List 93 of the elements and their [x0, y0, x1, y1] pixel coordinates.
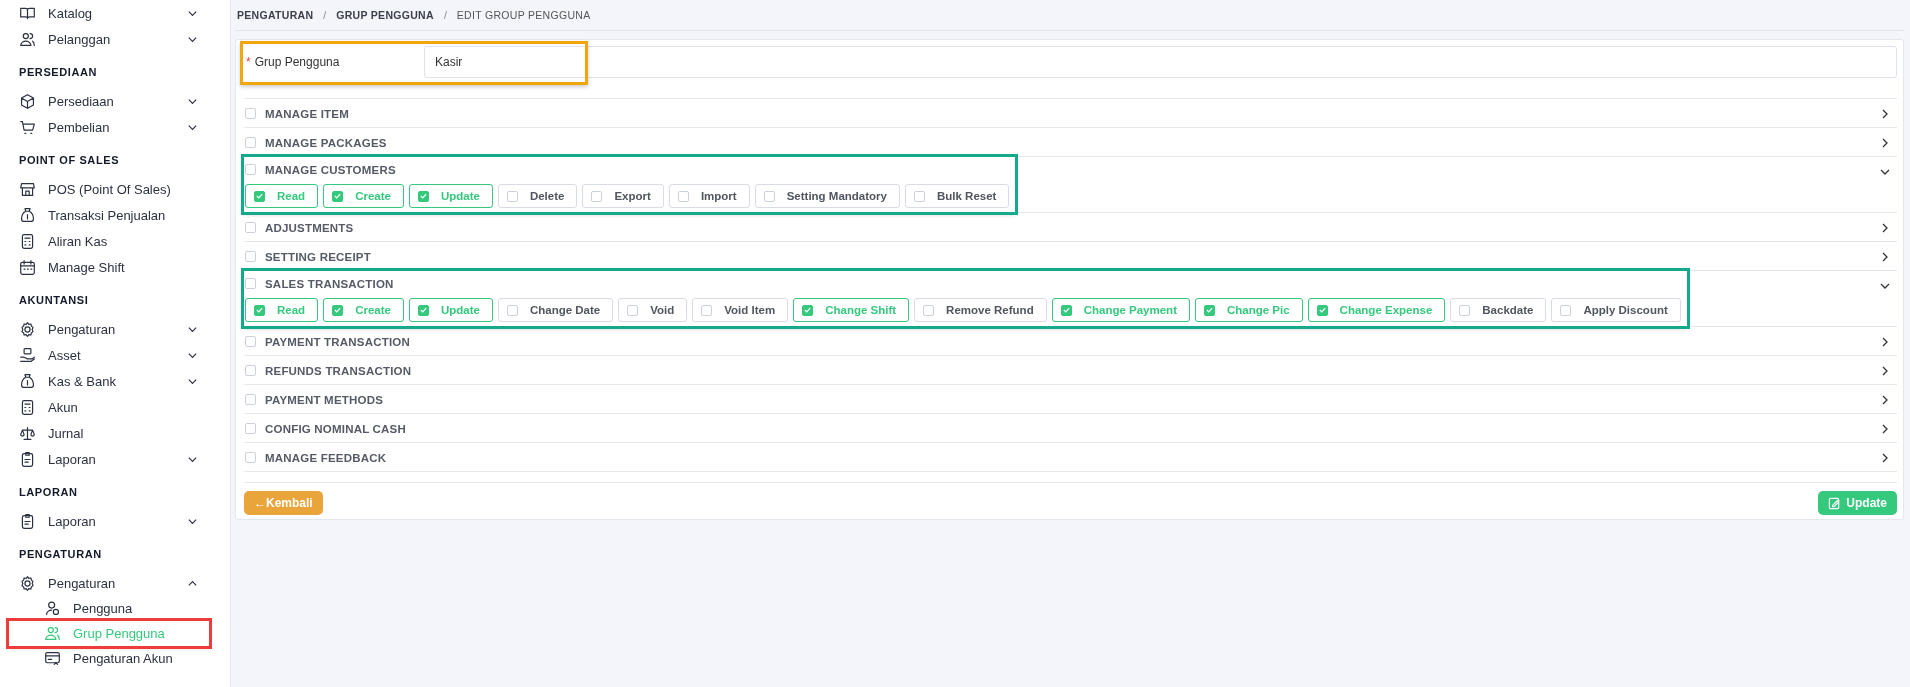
check-icon: [333, 191, 343, 201]
clipboard-icon: [19, 512, 36, 530]
sidebar-item[interactable]: Transaksi Penjualan: [14, 202, 208, 228]
sidebar-item[interactable]: Asset: [14, 342, 208, 368]
sidebar-item[interactable]: POS (Point Of Sales): [14, 176, 208, 202]
sidebar-item[interactable]: Pengaturan Akun: [14, 646, 208, 671]
check-icon: [1061, 305, 1071, 315]
sidebar-item[interactable]: Pengaturan: [14, 316, 208, 342]
permission-toggle[interactable]: Export: [582, 184, 664, 208]
permission-toggle[interactable]: Void Item: [692, 298, 789, 322]
settings-icon: [19, 574, 36, 592]
sidebar-item[interactable]: Akun: [14, 394, 208, 420]
section-title: ADJUSTMENTS: [265, 221, 354, 234]
check-icon: [255, 305, 264, 315]
scale-icon: [19, 424, 36, 442]
checkbox[interactable]: [245, 251, 256, 262]
check-icon: [803, 305, 813, 315]
money-bag-icon: [19, 206, 36, 224]
money-bag-icon: [19, 372, 36, 390]
checkbox[interactable]: [245, 278, 256, 289]
clipboard-icon: [19, 450, 36, 468]
cart-icon: [19, 118, 36, 136]
check-icon: [1204, 305, 1214, 315]
sidebar-section-title: PERSEDIAAN: [18, 65, 99, 80]
section-title: MANAGE ITEM: [265, 107, 349, 120]
sidebar-item[interactable]: Pengguna: [14, 596, 208, 621]
box-icon: [19, 92, 36, 110]
calendar-icon: [19, 258, 36, 276]
section-title: CONFIG NOMINAL CASH: [265, 422, 406, 435]
permission-toggle[interactable]: Backdate: [1450, 298, 1547, 322]
permission-toggle[interactable]: Delete: [497, 184, 578, 208]
permission-toggle[interactable]: Setting Mandatory: [754, 184, 900, 208]
permission-toggle[interactable]: Bulk Reset: [904, 184, 1010, 208]
hand-coin-icon: [19, 346, 36, 364]
checkbox[interactable]: [245, 365, 256, 376]
field-label-text: Grup Pengguna: [254, 55, 340, 69]
users-icon: [19, 30, 36, 48]
input-field[interactable]: Kasir: [424, 46, 1897, 78]
section-title: SALES TRANSACTION: [265, 277, 394, 290]
sidebar-section-title: AKUNTANSI: [18, 293, 90, 308]
permission-toggle[interactable]: Change Date: [497, 298, 614, 322]
section-title: MANAGE CUSTOMERS: [265, 163, 396, 176]
sidebar-item[interactable]: Pembelian: [14, 114, 208, 140]
check-icon: [255, 191, 264, 201]
checkbox[interactable]: [245, 222, 256, 233]
section-title: MANAGE PACKAGES: [265, 136, 387, 149]
breadcrumb-separator: /: [443, 9, 447, 21]
check-icon: [333, 305, 343, 315]
permission-toggle[interactable]: Import: [668, 184, 750, 208]
checkbox[interactable]: [245, 137, 256, 148]
breadcrumb-item: EDIT GROUP PENGGUNA: [456, 9, 591, 21]
calculator-icon: [19, 232, 36, 250]
section-title: SETTING RECEIPT: [265, 250, 371, 263]
card-icon: [44, 650, 61, 667]
checkbox[interactable]: [245, 452, 256, 463]
permission-toggle[interactable]: Void: [618, 298, 688, 322]
calculator-icon: [19, 398, 36, 416]
required-asterisk: *: [246, 55, 251, 69]
section-title: PAYMENT TRANSACTION: [265, 335, 410, 348]
checkbox[interactable]: [245, 108, 256, 119]
sidebar-item[interactable]: Manage Shift: [14, 254, 208, 280]
breadcrumb-separator: /: [323, 9, 327, 21]
sidebar-item[interactable]: Jurnal: [14, 420, 208, 446]
sidebar-item[interactable]: Pengaturan: [14, 570, 208, 596]
store-icon: [19, 180, 36, 198]
user-icon: [44, 600, 61, 617]
section-title: REFUNDS TRANSACTION: [265, 364, 412, 377]
sidebar-item[interactable]: Laporan: [14, 446, 208, 472]
check-icon: [418, 191, 428, 201]
permission-toggle[interactable]: Remove Refund: [914, 298, 1047, 322]
sidebar-section-title: PENGATURAN: [18, 547, 103, 562]
sidebar-section-title: LAPORAN: [18, 485, 79, 500]
sidebar-item[interactable]: Laporan: [14, 508, 208, 534]
checkbox[interactable]: [245, 423, 256, 434]
sidebar-item[interactable]: Aliran Kas: [14, 228, 208, 254]
permission-toggle[interactable]: Apply Discount: [1551, 298, 1681, 322]
checkbox[interactable]: [245, 164, 256, 175]
section-title: PAYMENT METHODS: [265, 393, 383, 406]
checkbox[interactable]: [245, 394, 256, 405]
checkbox[interactable]: [245, 336, 256, 347]
sidebar-section-title: POINT OF SALES: [18, 153, 121, 168]
sidebar-item[interactable]: Persediaan: [14, 88, 208, 114]
sidebar-item[interactable]: Pelanggan: [14, 26, 208, 52]
sidebar-item[interactable]: Katalog: [14, 0, 208, 26]
section-title: MANAGE FEEDBACK: [265, 451, 387, 464]
check-icon: [1317, 305, 1327, 315]
sidebar-item[interactable]: Kas & Bank: [14, 368, 208, 394]
edit-icon: [1828, 496, 1842, 510]
breadcrumb-item[interactable]: GRUP PENGGUNA: [336, 9, 434, 21]
breadcrumb-item[interactable]: PENGATURAN: [237, 9, 314, 21]
check-icon: [418, 305, 428, 315]
users-icon: [44, 625, 61, 642]
settings-icon: [19, 320, 36, 338]
